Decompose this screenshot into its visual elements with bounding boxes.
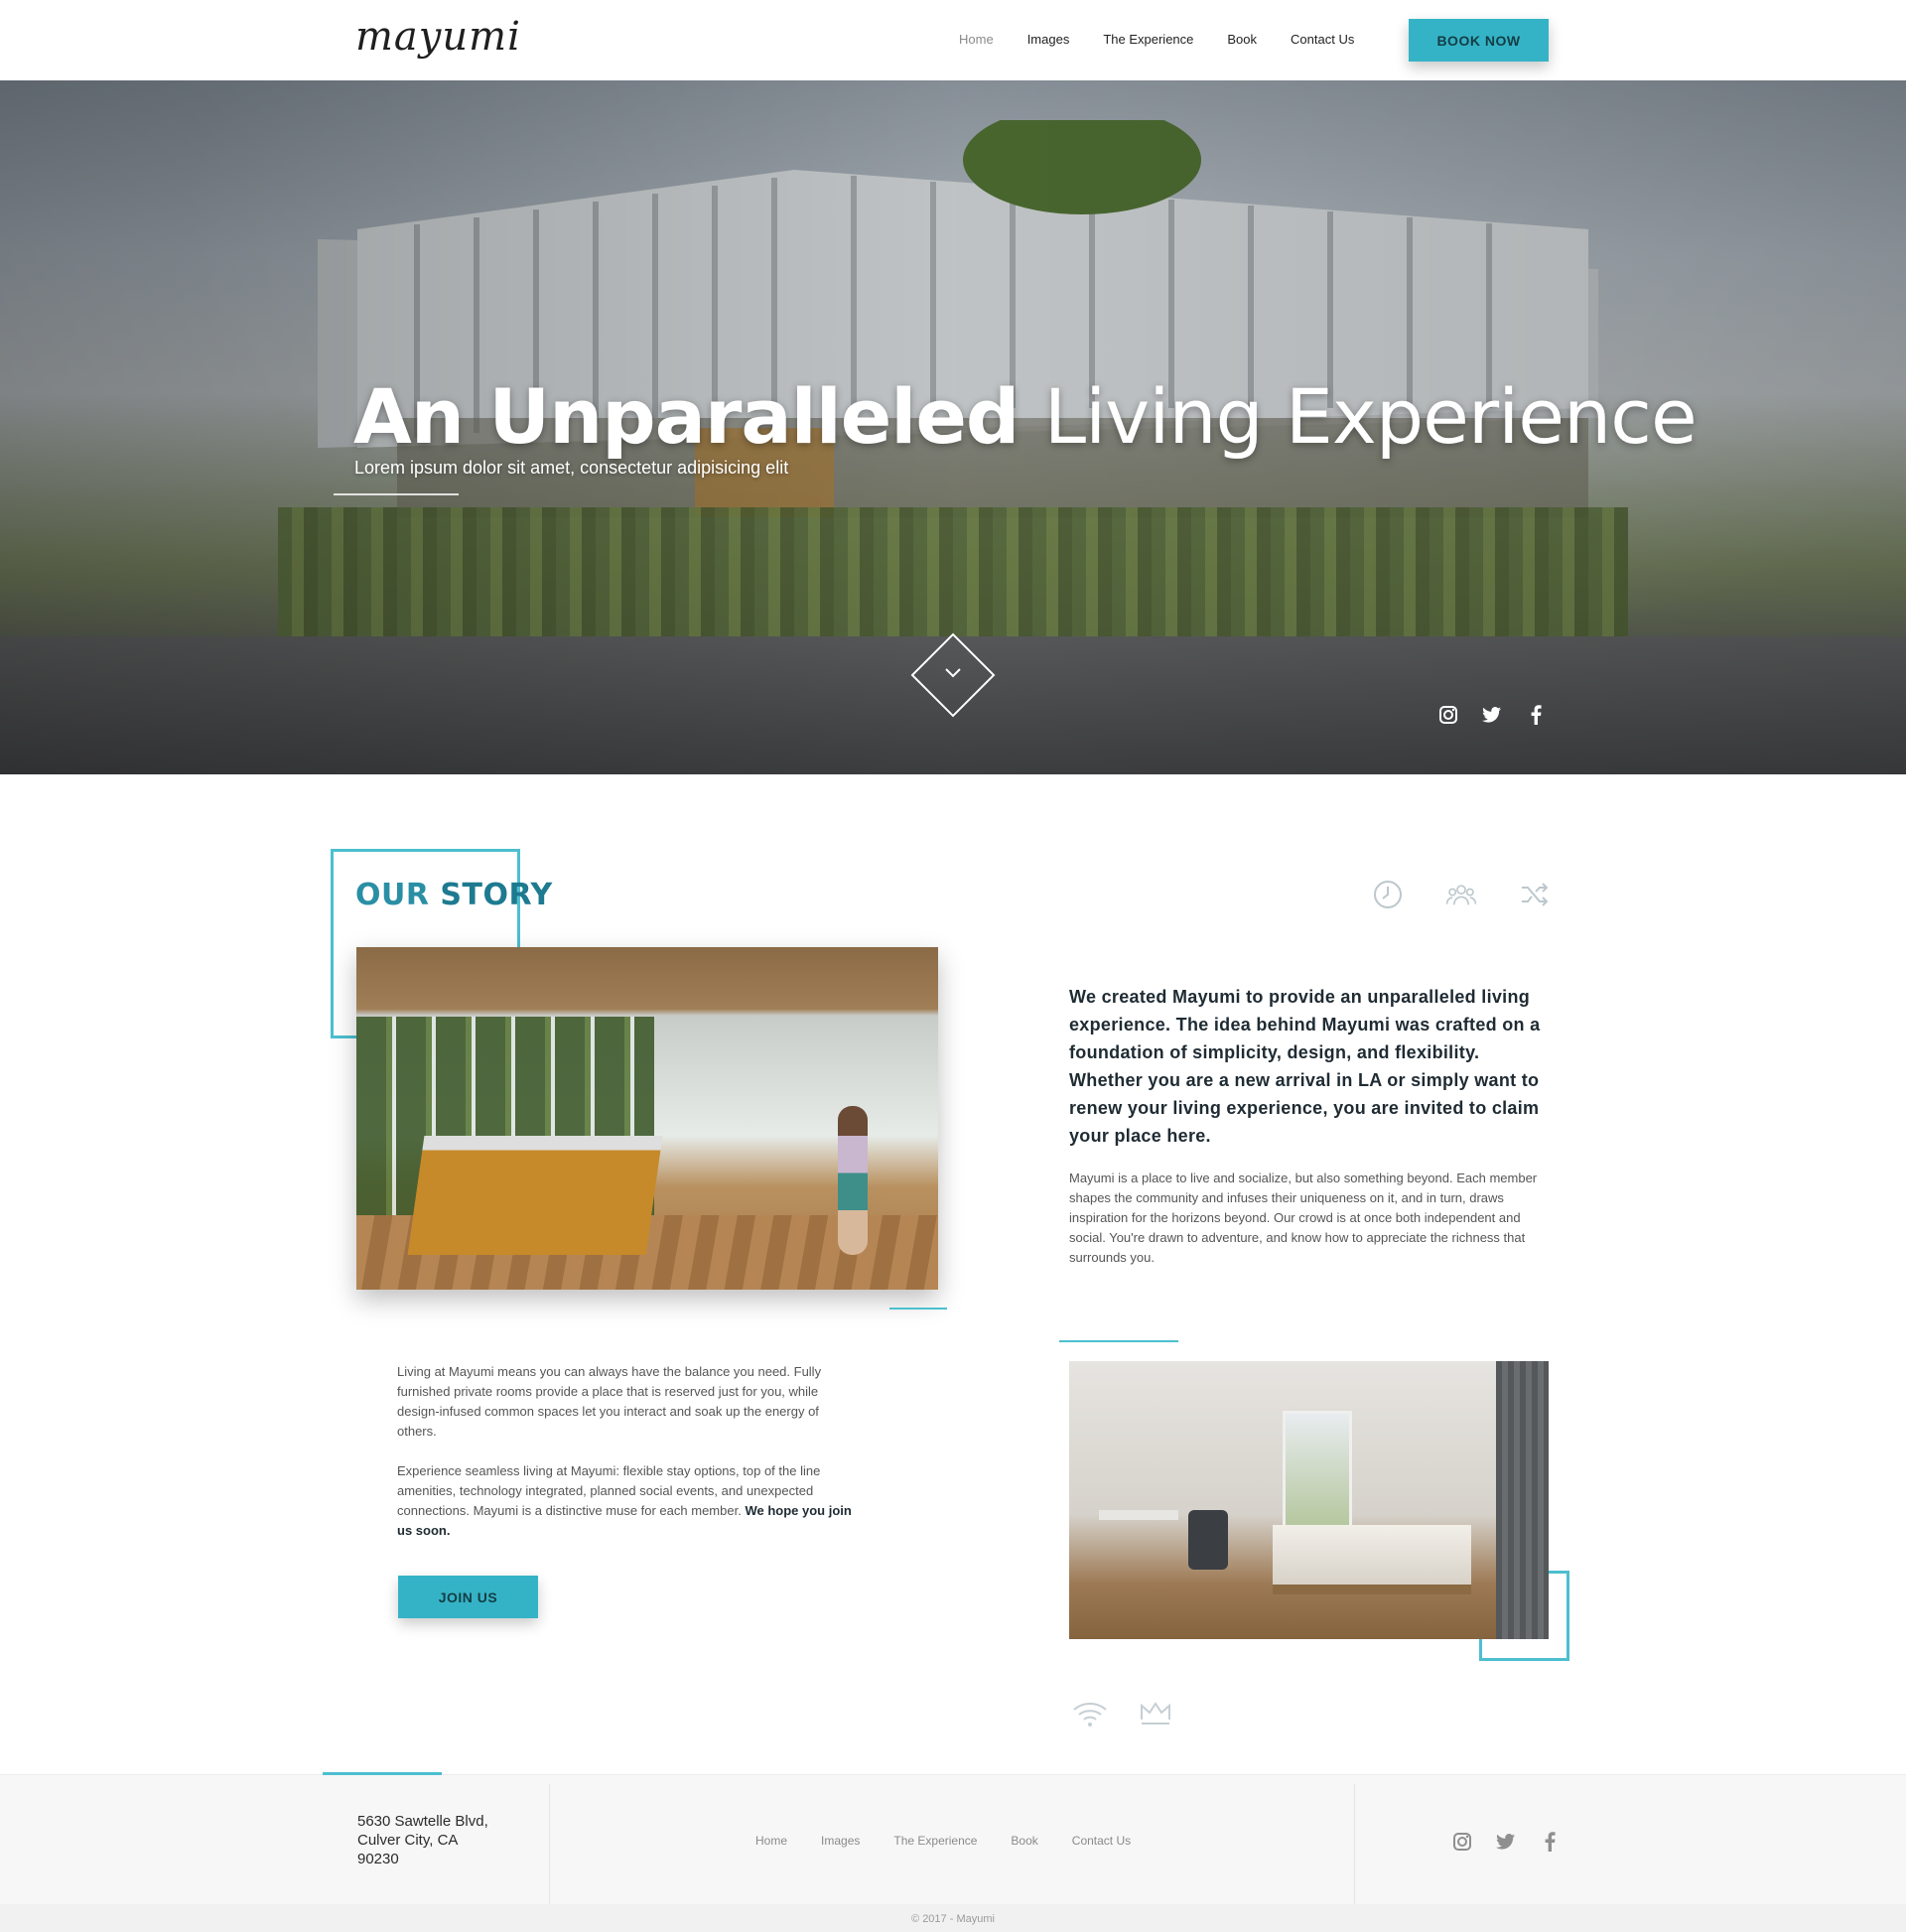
- bedroom-frame-top: [1549, 1571, 1569, 1574]
- footer-accent-rule: [323, 1772, 442, 1775]
- hero-social-links: [1437, 704, 1547, 726]
- amenity-icons: [1072, 1698, 1173, 1729]
- nav-link-home[interactable]: Home: [959, 32, 994, 47]
- story-details: Living at Mayumi means you can always ha…: [397, 1362, 854, 1561]
- bedroom-desk: [1099, 1510, 1178, 1520]
- clock-icon: [1372, 879, 1404, 910]
- main-nav: Home Images The Experience Book Contact …: [959, 32, 1388, 47]
- site-logo[interactable]: mayumi: [355, 14, 521, 60]
- instagram-icon[interactable]: [1437, 704, 1459, 726]
- footer-link-contact[interactable]: Contact Us: [1072, 1834, 1131, 1848]
- story-body: Mayumi is a place to live and socialize,…: [1069, 1171, 1538, 1265]
- hero-title: An Unparalleled Living Experience: [353, 372, 1698, 461]
- footer-divider: [1354, 1784, 1355, 1904]
- accent-rule: [889, 1308, 947, 1310]
- kitchen-person: [838, 1106, 868, 1255]
- footer-address: 5630 Sawtelle Blvd, Culver City, CA 9023…: [357, 1812, 536, 1868]
- story-title: OUR STORY: [355, 878, 553, 912]
- address-line-2: Culver City, CA: [357, 1832, 459, 1849]
- bedroom-frame-left: [1479, 1639, 1482, 1661]
- bedroom-frame-accent: [1479, 1571, 1569, 1661]
- footer-divider: [549, 1784, 550, 1904]
- address-line-3: 90230: [357, 1851, 399, 1867]
- accent-rule-2: [1059, 1340, 1178, 1342]
- facebook-icon[interactable]: [1525, 704, 1547, 726]
- nav-link-book[interactable]: Book: [1227, 32, 1257, 47]
- hero-divider: [334, 493, 459, 495]
- footer-nav: Home Images The Experience Book Contact …: [755, 1834, 1164, 1848]
- nav-link-experience[interactable]: The Experience: [1103, 32, 1193, 47]
- footer-link-experience[interactable]: The Experience: [893, 1834, 977, 1848]
- join-us-button[interactable]: JOIN US: [398, 1576, 538, 1618]
- address-line-1: 5630 Sawtelle Blvd,: [357, 1813, 488, 1830]
- shuffle-icon: [1519, 879, 1551, 910]
- footer-social-links: [1451, 1831, 1561, 1853]
- nav-link-contact[interactable]: Contact Us: [1291, 32, 1354, 47]
- story-paragraph-2: Experience seamless living at Mayumi: fl…: [397, 1461, 854, 1541]
- hero-subtitle: Lorem ipsum dolor sit amet, consectetur …: [354, 458, 789, 478]
- story-feature-icons: [1372, 879, 1551, 910]
- story-title-light: OUR: [355, 878, 430, 912]
- hero-title-light: Living Experience: [1043, 372, 1698, 461]
- footer-link-book[interactable]: Book: [1011, 1834, 1037, 1848]
- footer-link-images[interactable]: Images: [821, 1834, 860, 1848]
- kitchen-image: [356, 947, 938, 1290]
- instagram-icon[interactable]: [1451, 1831, 1473, 1853]
- footer-link-home[interactable]: Home: [755, 1834, 787, 1848]
- kitchen-island: [407, 1136, 663, 1255]
- story-title-bold: STORY: [440, 878, 553, 912]
- bedroom-bed: [1273, 1525, 1471, 1585]
- hero-section: An Unparalleled Living Experience Lorem …: [0, 80, 1906, 774]
- bedroom-image: [1069, 1361, 1549, 1639]
- nav-link-images[interactable]: Images: [1027, 32, 1070, 47]
- bedroom-chair: [1188, 1510, 1228, 1570]
- twitter-icon[interactable]: [1481, 704, 1503, 726]
- site-header: mayumi Home Images The Experience Book C…: [0, 0, 1906, 80]
- chevron-down-icon[interactable]: [938, 658, 968, 688]
- wifi-icon: [1072, 1698, 1108, 1729]
- people-icon: [1445, 879, 1477, 910]
- crown-icon: [1138, 1698, 1173, 1729]
- copyright-text: © 2017 - Mayumi: [911, 1913, 995, 1925]
- story-lead: We created Mayumi to provide an unparall…: [1069, 987, 1541, 1146]
- facebook-icon[interactable]: [1539, 1831, 1561, 1853]
- book-now-button[interactable]: BOOK NOW: [1409, 19, 1549, 62]
- story-paragraph-1: Living at Mayumi means you can always ha…: [397, 1364, 822, 1439]
- twitter-icon[interactable]: [1495, 1831, 1517, 1853]
- hero-title-bold: An Unparalleled: [353, 372, 1020, 461]
